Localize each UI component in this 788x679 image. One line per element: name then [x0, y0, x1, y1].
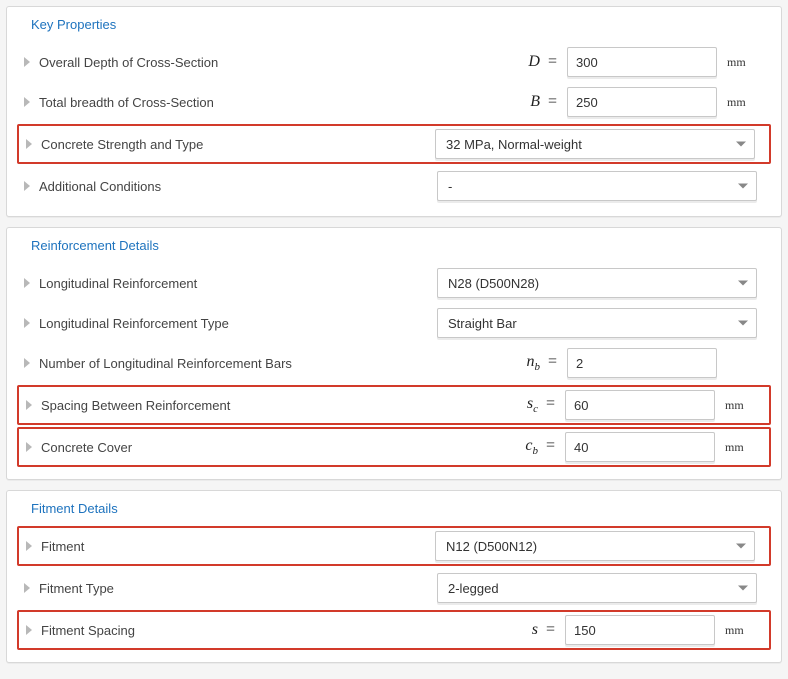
reinforcement-details-title: Reinforcement Details	[31, 238, 771, 253]
overall-depth-label: Overall Depth of Cross-Section	[37, 55, 218, 70]
nbars-label: Number of Longitudinal Reinforcement Bar…	[37, 356, 292, 371]
expand-icon[interactable]	[21, 583, 33, 593]
expand-icon[interactable]	[23, 625, 35, 635]
fitment-spacing-symbol: s =	[505, 621, 565, 639]
row-additional-conditions: Additional Conditions -	[17, 166, 771, 206]
longitudinal-reinf-label: Longitudinal Reinforcement	[37, 276, 197, 291]
fitment-details-panel: Fitment Details Fitment N12 (D500N12) Fi…	[6, 490, 782, 663]
chevron-down-icon	[738, 184, 748, 189]
depth-input[interactable]	[567, 47, 717, 77]
additional-conditions-value: -	[448, 179, 452, 194]
breadth-unit: mm	[717, 95, 757, 110]
row-concrete-cover: Concrete Cover cb = mm	[17, 427, 771, 467]
fitment-type-value: 2-legged	[448, 581, 499, 596]
fitment-type-select[interactable]: 2-legged	[437, 573, 757, 603]
row-longitudinal-reinf: Longitudinal Reinforcement N28 (D500N28)	[17, 263, 771, 303]
row-fitment-spacing: Fitment Spacing s = mm	[17, 610, 771, 650]
spacing-unit: mm	[715, 398, 755, 413]
expand-icon[interactable]	[23, 139, 35, 149]
fitment-spacing-input[interactable]	[565, 615, 715, 645]
nbars-symbol: nb =	[507, 353, 567, 373]
concrete-strength-select[interactable]: 32 MPa, Normal-weight	[435, 129, 755, 159]
cover-unit: mm	[715, 440, 755, 455]
expand-icon[interactable]	[23, 442, 35, 452]
row-fitment: Fitment N12 (D500N12)	[17, 526, 771, 566]
breadth-label: Total breadth of Cross-Section	[37, 95, 214, 110]
additional-conditions-select[interactable]: -	[437, 171, 757, 201]
row-spacing-between-reinf: Spacing Between Reinforcement sc = mm	[17, 385, 771, 425]
fitment-type-label: Fitment Type	[37, 581, 114, 596]
chevron-down-icon	[736, 544, 746, 549]
reinforcement-details-panel: Reinforcement Details Longitudinal Reinf…	[6, 227, 782, 480]
expand-icon[interactable]	[21, 358, 33, 368]
expand-icon[interactable]	[23, 400, 35, 410]
expand-icon[interactable]	[21, 181, 33, 191]
fitment-spacing-label: Fitment Spacing	[39, 623, 135, 638]
concrete-strength-label: Concrete Strength and Type	[39, 137, 203, 152]
cover-symbol: cb =	[505, 437, 565, 457]
chevron-down-icon	[738, 281, 748, 286]
fitment-select[interactable]: N12 (D500N12)	[435, 531, 755, 561]
spacing-symbol: sc =	[505, 395, 565, 415]
row-longitudinal-reinf-type: Longitudinal Reinforcement Type Straight…	[17, 303, 771, 343]
key-properties-title: Key Properties	[31, 17, 771, 32]
row-fitment-type: Fitment Type 2-legged	[17, 568, 771, 608]
longitudinal-reinf-type-value: Straight Bar	[448, 316, 517, 331]
row-concrete-strength: Concrete Strength and Type 32 MPa, Norma…	[17, 124, 771, 164]
row-total-breadth: Total breadth of Cross-Section B = mm	[17, 82, 771, 122]
expand-icon[interactable]	[23, 541, 35, 551]
expand-icon[interactable]	[21, 97, 33, 107]
longitudinal-reinf-value: N28 (D500N28)	[448, 276, 539, 291]
fitment-spacing-unit: mm	[715, 623, 755, 638]
cover-label: Concrete Cover	[39, 440, 132, 455]
row-nbars: Number of Longitudinal Reinforcement Bar…	[17, 343, 771, 383]
expand-icon[interactable]	[21, 318, 33, 328]
chevron-down-icon	[738, 586, 748, 591]
cover-input[interactable]	[565, 432, 715, 462]
depth-unit: mm	[717, 55, 757, 70]
row-overall-depth: Overall Depth of Cross-Section D = mm	[17, 42, 771, 82]
chevron-down-icon	[736, 142, 746, 147]
expand-icon[interactable]	[21, 278, 33, 288]
longitudinal-reinf-type-label: Longitudinal Reinforcement Type	[37, 316, 229, 331]
longitudinal-reinf-type-select[interactable]: Straight Bar	[437, 308, 757, 338]
fitment-label: Fitment	[39, 539, 84, 554]
breadth-symbol: B =	[507, 93, 567, 111]
breadth-input[interactable]	[567, 87, 717, 117]
fitment-value: N12 (D500N12)	[446, 539, 537, 554]
spacing-input[interactable]	[565, 390, 715, 420]
expand-icon[interactable]	[21, 57, 33, 67]
longitudinal-reinf-select[interactable]: N28 (D500N28)	[437, 268, 757, 298]
key-properties-panel: Key Properties Overall Depth of Cross-Se…	[6, 6, 782, 217]
nbars-input[interactable]	[567, 348, 717, 378]
spacing-label: Spacing Between Reinforcement	[39, 398, 230, 413]
fitment-details-title: Fitment Details	[31, 501, 771, 516]
additional-conditions-label: Additional Conditions	[37, 179, 161, 194]
chevron-down-icon	[738, 321, 748, 326]
depth-symbol: D =	[507, 53, 567, 71]
concrete-strength-value: 32 MPa, Normal-weight	[446, 137, 582, 152]
